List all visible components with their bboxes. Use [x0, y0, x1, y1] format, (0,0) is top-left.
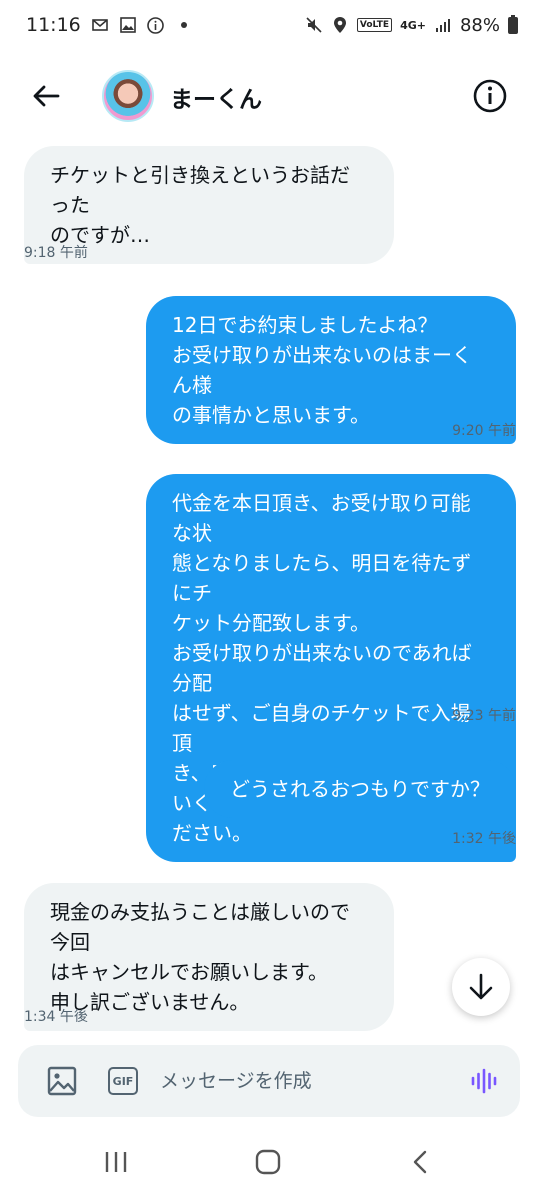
image-icon [47, 1066, 77, 1096]
message-composer: GIF [18, 1045, 520, 1117]
system-navigation-bar [0, 1128, 540, 1200]
chevron-left-icon [413, 1150, 427, 1174]
message-input[interactable] [160, 1063, 450, 1099]
message-timestamp: 9:18 午前 [24, 245, 88, 261]
message-thread[interactable]: チケットと引き換えというお話だった のですが… 9:18 午前 12日でお約束し… [0, 0, 540, 1031]
message-timestamp: 9:20 午前 [452, 423, 516, 439]
voice-message-button[interactable] [468, 1065, 500, 1097]
home-icon [255, 1149, 281, 1175]
scroll-to-bottom-button[interactable] [452, 958, 510, 1016]
message-bubble-outgoing[interactable]: どうされるおつもりですか？ [204, 760, 516, 818]
arrow-down-icon [469, 973, 493, 1000]
voice-waveform-icon [471, 1068, 497, 1094]
back-nav-button[interactable] [400, 1146, 440, 1178]
message-timestamp: 1:34 午後 [24, 1009, 88, 1025]
recent-apps-icon [105, 1152, 127, 1172]
add-image-button[interactable] [46, 1065, 78, 1097]
message-timestamp: 1:32 午後 [452, 831, 516, 847]
gif-button[interactable]: GIF [108, 1067, 138, 1095]
recent-apps-button[interactable] [96, 1146, 136, 1178]
message-timestamp: 9:23 午前 [452, 708, 516, 724]
home-button[interactable] [248, 1146, 288, 1178]
